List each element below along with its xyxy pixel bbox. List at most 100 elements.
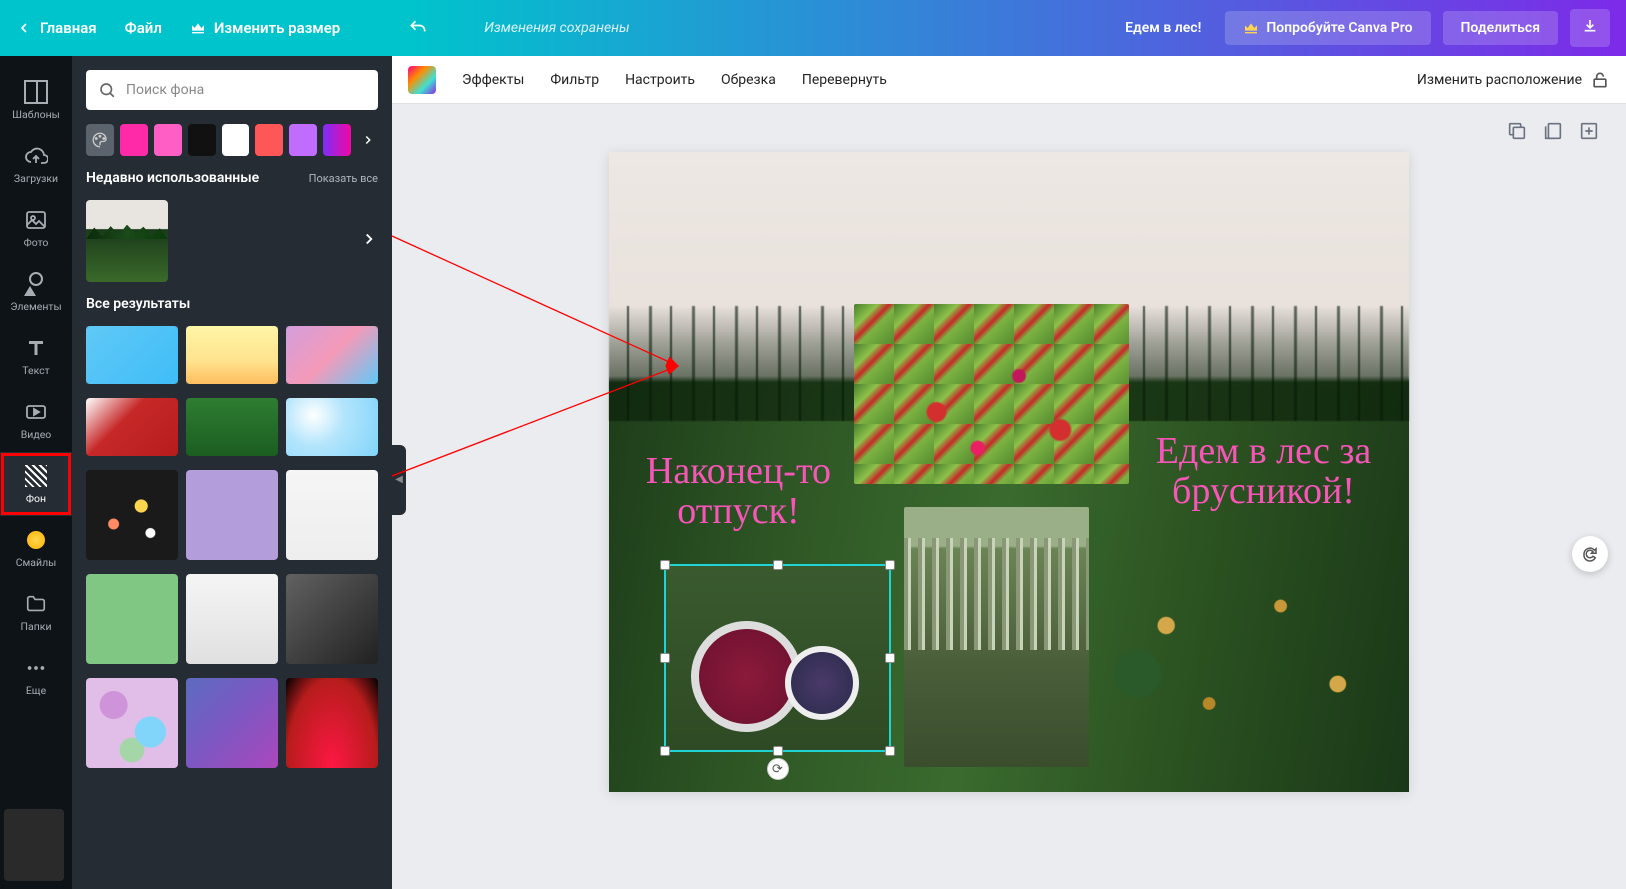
result-11[interactable] xyxy=(186,574,278,664)
swatch-4[interactable] xyxy=(222,124,250,156)
swatch-2[interactable] xyxy=(154,124,182,156)
nav-folders-label: Папки xyxy=(21,620,52,633)
recent-more[interactable] xyxy=(360,230,378,252)
video-icon xyxy=(24,400,48,424)
handle-nw[interactable] xyxy=(660,560,670,570)
adjust-button[interactable]: Настроить xyxy=(625,72,695,88)
search-box[interactable] xyxy=(86,70,378,110)
handle-e[interactable] xyxy=(885,653,895,663)
nav-folders[interactable]: Папки xyxy=(0,580,72,644)
main-area: Шаблоны Загрузки Фото Элементы Текст Вид… xyxy=(0,56,1626,889)
home-button[interactable]: Главная xyxy=(16,19,97,37)
effects-button[interactable]: Эффекты xyxy=(462,72,524,88)
result-5[interactable] xyxy=(186,398,278,456)
handle-sw[interactable] xyxy=(660,746,670,756)
nav-text[interactable]: Текст xyxy=(0,324,72,388)
search-icon xyxy=(98,81,116,99)
swatch-7[interactable] xyxy=(323,124,351,156)
try-pro-button[interactable]: Попробуйте Canva Pro xyxy=(1225,11,1430,45)
panel-collapse[interactable]: ◀ xyxy=(392,445,406,515)
result-12[interactable] xyxy=(286,574,378,664)
download-button[interactable] xyxy=(1570,9,1610,47)
result-10[interactable] xyxy=(86,574,178,664)
nav-more[interactable]: Еще xyxy=(0,644,72,708)
hatch-icon xyxy=(25,465,47,487)
file-menu[interactable]: Файл xyxy=(125,19,162,37)
swatch-5[interactable] xyxy=(255,124,283,156)
result-6[interactable] xyxy=(286,398,378,456)
nav-background[interactable]: Фон xyxy=(0,452,72,516)
nav-text-label: Текст xyxy=(22,364,49,377)
photo-leaves-ground[interactable] xyxy=(1109,567,1395,762)
result-7[interactable] xyxy=(86,470,178,560)
result-3[interactable] xyxy=(286,326,378,384)
result-8[interactable] xyxy=(186,470,278,560)
photo-berries-bush[interactable] xyxy=(854,304,1129,484)
crop-button[interactable]: Обрезка xyxy=(721,72,776,88)
result-13[interactable] xyxy=(86,678,178,768)
cloud-upload-icon xyxy=(24,144,48,168)
topbar-left: Главная Файл Изменить размер Изменения с… xyxy=(16,18,630,38)
nav-video[interactable]: Видео xyxy=(0,388,72,452)
share-button[interactable]: Поделиться xyxy=(1443,11,1558,45)
refresh-fab[interactable] xyxy=(1572,536,1608,572)
lock-icon[interactable] xyxy=(1590,70,1610,90)
result-2[interactable] xyxy=(186,326,278,384)
flip-button[interactable]: Перевернуть xyxy=(802,72,887,88)
show-all-link[interactable]: Показать все xyxy=(309,172,378,185)
recent-title: Недавно использованные xyxy=(86,170,259,186)
canvas-area: Эффекты Фильтр Настроить Обрезка Перевер… xyxy=(392,56,1626,889)
handle-n[interactable] xyxy=(773,560,783,570)
nav-video-label: Видео xyxy=(21,428,52,441)
result-1[interactable] xyxy=(86,326,178,384)
bottom-widget[interactable] xyxy=(4,809,64,881)
filter-button[interactable]: Фильтр xyxy=(550,72,599,88)
design-canvas[interactable]: ⟳ Наконец-то отпуск! Едем в лес за брусн… xyxy=(609,152,1409,792)
nav-more-label: Еще xyxy=(26,684,46,697)
photo-forest-person[interactable] xyxy=(904,507,1089,767)
swatches-more[interactable] xyxy=(357,124,378,156)
nav-photos[interactable]: Фото xyxy=(0,196,72,260)
nav-photos-label: Фото xyxy=(24,236,49,249)
more-icon xyxy=(25,657,47,679)
canvas-wrapper: ⟳ Наконец-то отпуск! Едем в лес за брусн… xyxy=(392,104,1626,889)
recent-thumb-1[interactable] xyxy=(86,200,168,282)
nav-uploads[interactable]: Загрузки xyxy=(0,132,72,196)
crown-icon xyxy=(1243,20,1259,36)
handle-ne[interactable] xyxy=(885,560,895,570)
nav-background-label: Фон xyxy=(26,492,46,505)
color-button[interactable] xyxy=(408,66,436,94)
results-grid-1 xyxy=(86,326,378,384)
nav-elements[interactable]: Элементы xyxy=(0,260,72,324)
document-title[interactable]: Едем в лес! xyxy=(1125,20,1201,36)
results-grid-5 xyxy=(86,678,378,768)
swatch-6[interactable] xyxy=(289,124,317,156)
undo-icon[interactable] xyxy=(408,18,428,38)
position-button[interactable]: Изменить расположение xyxy=(1417,72,1582,88)
result-4[interactable] xyxy=(86,398,178,456)
results-header: Все результаты xyxy=(86,296,378,312)
swatch-3[interactable] xyxy=(188,124,216,156)
resize-label: Изменить размер xyxy=(214,19,340,37)
search-input[interactable] xyxy=(126,82,366,98)
nav-emoji-label: Смайлы xyxy=(16,556,57,569)
color-picker[interactable] xyxy=(86,124,114,156)
canvas-text-1[interactable]: Наконец-то отпуск! xyxy=(631,452,846,532)
result-15[interactable] xyxy=(286,678,378,768)
palette-icon xyxy=(91,131,109,149)
nav-templates-label: Шаблоны xyxy=(12,108,60,121)
canvas-text-2[interactable]: Едем в лес за брусникой! xyxy=(1136,432,1391,512)
folder-icon xyxy=(25,593,47,615)
resize-button[interactable]: Изменить размер xyxy=(190,19,340,37)
result-9[interactable] xyxy=(286,470,378,560)
result-14[interactable] xyxy=(186,678,278,768)
swatch-1[interactable] xyxy=(120,124,148,156)
nav-emoji[interactable]: Смайлы xyxy=(0,516,72,580)
rotate-handle[interactable]: ⟳ xyxy=(767,758,789,780)
chevron-left-icon xyxy=(16,20,32,36)
photo-berry-bowls-selected[interactable]: ⟳ xyxy=(664,564,891,752)
nav-templates[interactable]: Шаблоны xyxy=(0,68,72,132)
handle-w[interactable] xyxy=(660,653,670,663)
handle-se[interactable] xyxy=(885,746,895,756)
handle-s[interactable] xyxy=(773,746,783,756)
